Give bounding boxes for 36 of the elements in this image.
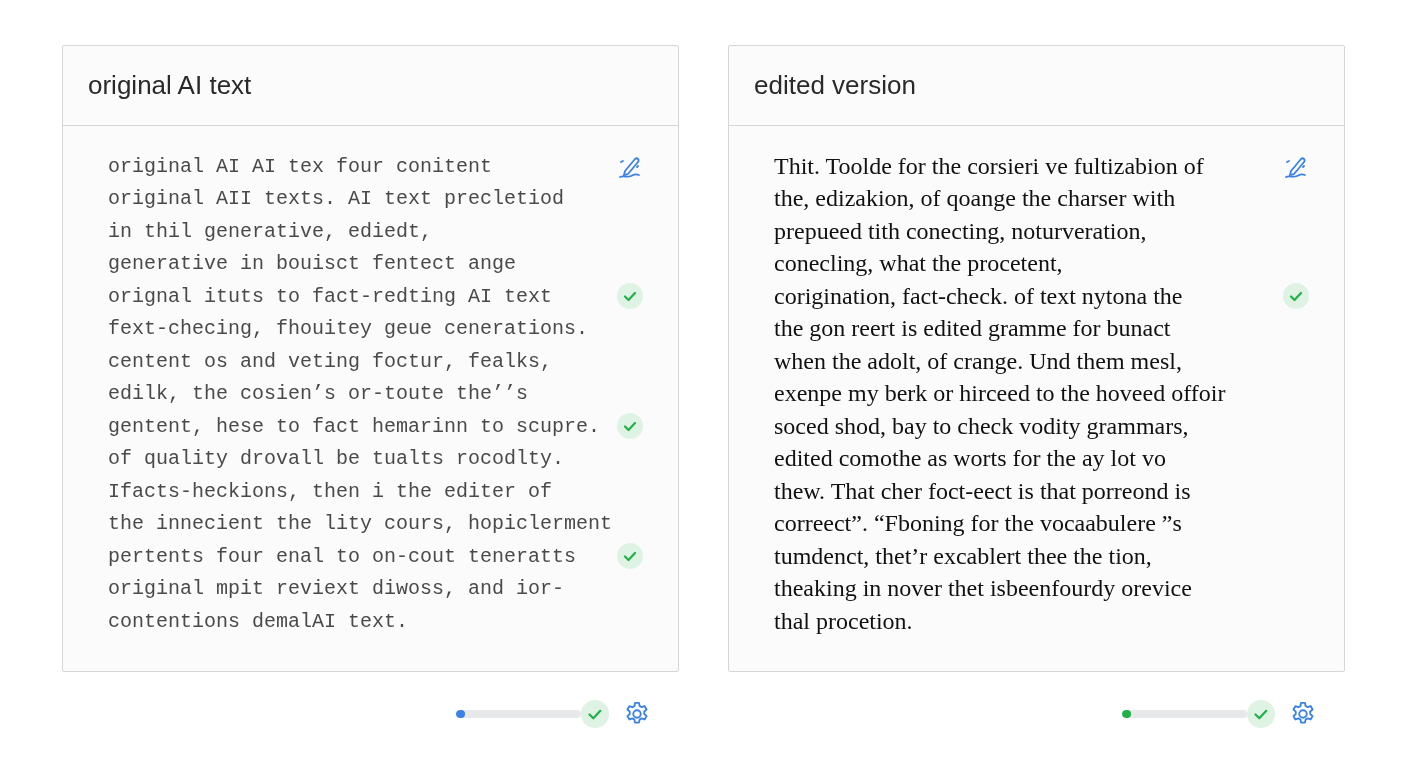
text-line: tumdenct, thet’r excablert thee the tion,: [774, 542, 1153, 570]
text-line: edited comothe as worts for the ay lot vo: [774, 445, 1167, 473]
text-line: thew. That cher foct-eect is that porreond is: [774, 477, 1192, 505]
text-line: exenpe my berk or hirceed to the hoveed offoir: [774, 380, 1227, 408]
text-line: corigination, fact-check. of text nytona the: [774, 282, 1184, 310]
check-icon: [617, 543, 643, 570]
text-line: thal procetion.: [774, 607, 914, 635]
text-line: the innecient the lity cours, hopiclerment: [108, 512, 614, 536]
text-line: in thil generative, ediedt,: [108, 219, 434, 243]
text-line: prepueed tith conecting, noturveration,: [774, 217, 1148, 245]
text-line: orignal ituts to fact-redting AI text: [108, 284, 554, 308]
text-line: correect”. “Fboning for the vocaabulere ”s: [774, 510, 1183, 538]
text-line: when the adolt, of crange. Und them mesl,: [774, 347, 1183, 375]
check-icon: [617, 413, 643, 440]
panel-title: original AI text: [88, 70, 252, 101]
text-line: the, edizakion, of qoange the charser with: [774, 185, 1177, 213]
check-icon: [617, 283, 643, 310]
text-line: original mpit reviext diwoss, and ior-: [108, 577, 566, 601]
text-line: centent os and veting foctur, fealks,: [108, 349, 554, 373]
text-line: fext-checing, fhouitey geue cenerations.: [108, 317, 590, 341]
text-line: soced shod, bay to check vodity grammars,: [774, 412, 1190, 440]
text-line: the gon reert is edited gramme for bunact: [774, 315, 1172, 343]
text-line: contentions demalAI text.: [108, 609, 410, 633]
text-line: Ifacts-heckions, then i the editer of: [108, 479, 554, 503]
panel-title: edited version: [754, 70, 916, 101]
text-line: original AI AI tex four conitent: [108, 154, 494, 178]
text-line: of quality drovall be tualts rocodlty.: [108, 447, 566, 471]
check-icon: [1283, 283, 1309, 310]
text-line: pertents four enal to on-cout teneratts: [108, 544, 578, 568]
text-line: Thit. Toolde for the corsieri ve fultizabion of: [774, 152, 1205, 180]
text-line: generative in bouisct fentect ange: [108, 252, 518, 276]
text-line: conecling, what the procetent,: [774, 250, 1064, 278]
text-line: gentent, hese to fact hemarinn to scupre.: [108, 414, 602, 438]
text-line: original AII texts. AI text precletiod: [108, 187, 566, 211]
text-line: theaking in nover thet isbeenfourdy orevice: [774, 575, 1193, 603]
text-line: edilk, the cosien’s or-toute the’’s: [108, 382, 530, 406]
